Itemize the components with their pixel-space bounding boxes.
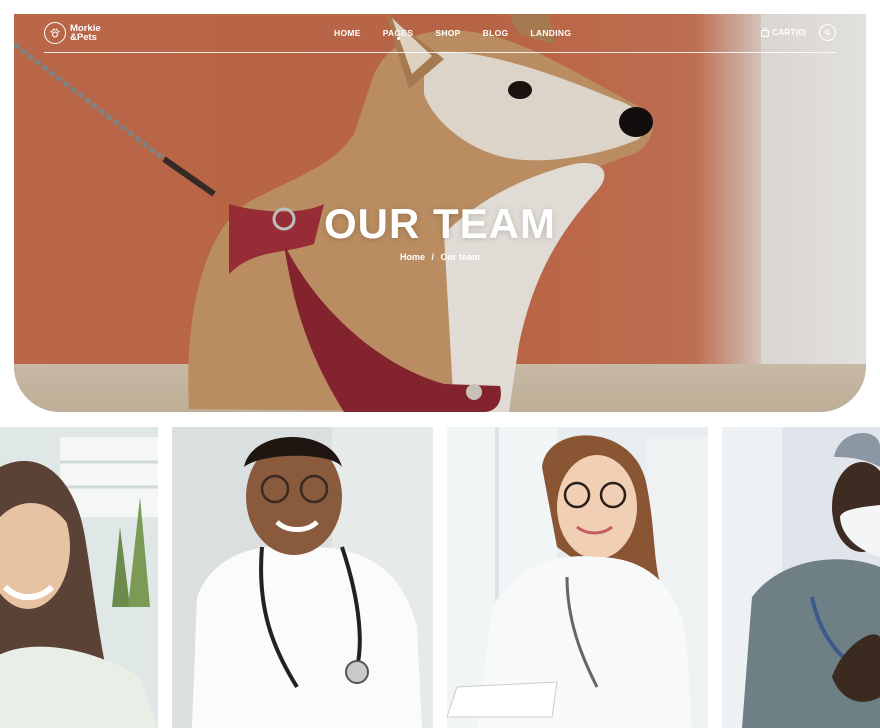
team-member-photo [0, 427, 158, 728]
brand-name: Morkie &Pets [70, 24, 101, 43]
shopping-bag-icon [761, 27, 769, 37]
cart-label: CART(0) [772, 27, 806, 37]
brand-logo[interactable]: Morkie &Pets [44, 22, 101, 44]
menu-item-blog[interactable]: BLOG [483, 28, 509, 38]
team-member-photo [447, 427, 708, 728]
breadcrumb-separator: / [431, 252, 434, 262]
menu-item-label: SHOP [435, 28, 461, 38]
search-button[interactable] [819, 24, 836, 41]
menu-item-landing[interactable]: LANDING [530, 28, 571, 38]
team-member-photo [172, 427, 433, 728]
top-navigation: Morkie &Pets HOME PAGES SHOP BLOG LANDIN… [44, 22, 836, 53]
team-member-card[interactable] [0, 427, 158, 728]
menu-item-label: BLOG [482, 28, 509, 38]
menu-item-home[interactable]: HOME [334, 28, 361, 38]
brand-name-line2: &Pets [70, 32, 97, 43]
breadcrumb-current: Our team [440, 252, 481, 262]
paw-icon [44, 22, 66, 44]
active-indicator-dot [396, 37, 400, 40]
team-member-photo [722, 427, 880, 728]
page-title: OUR TEAM [324, 200, 556, 247]
menu-item-label: LANDING [530, 28, 572, 38]
menu-item-label: HOME [334, 28, 361, 38]
main-menu: HOME PAGES SHOP BLOG LANDING [334, 28, 593, 40]
team-member-card[interactable] [172, 427, 433, 728]
menu-item-pages[interactable]: PAGES [383, 28, 414, 40]
breadcrumb-home-link[interactable]: Home [400, 252, 425, 262]
team-member-card[interactable] [722, 427, 880, 728]
search-icon [824, 29, 831, 36]
breadcrumb: Home / Our team [0, 252, 880, 262]
team-member-card[interactable] [447, 427, 708, 728]
nav-divider [44, 52, 836, 53]
cart-button[interactable]: CART(0) [761, 27, 806, 37]
menu-item-shop[interactable]: SHOP [435, 28, 460, 38]
